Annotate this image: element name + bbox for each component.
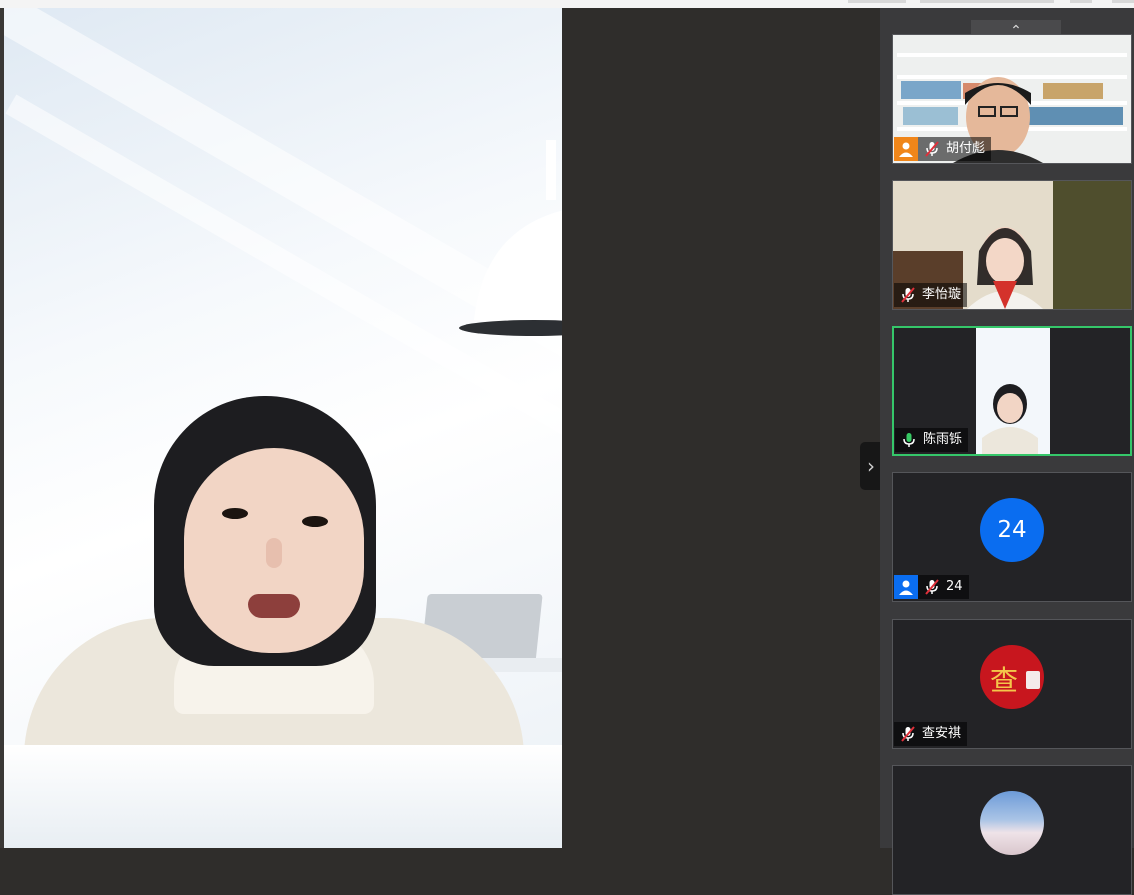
speaker-mouth [248,594,300,618]
participant-avatar: 24 [980,498,1044,562]
mic-muted-icon [894,722,922,746]
participant-name: 24 [946,575,969,599]
participant-tile-active[interactable]: 陈雨铄 [892,326,1132,456]
toolbar-control[interactable] [848,0,906,3]
participant-avatar [980,791,1044,855]
participant-name: 李怡璇 [922,283,968,307]
user-icon [894,137,918,161]
participant-namebar: 胡付彪 [894,137,992,161]
collapse-panel-button[interactable]: › [860,442,882,490]
toolbar-control[interactable] [1070,0,1092,3]
participant-avatar: 查 [980,645,1044,709]
mic-muted-icon [894,283,922,307]
participant-tile[interactable]: 李怡璇 [892,180,1132,310]
toolbar-control[interactable] [1112,0,1134,3]
participant-tile[interactable]: 胡付彪 [892,34,1132,164]
participant-namebar: 查安祺 [894,722,968,746]
participant-namebar: 李怡璇 [894,283,968,307]
user-icon [894,575,918,599]
mic-muted-icon [918,137,946,161]
main-speaker-video[interactable] [4,8,562,848]
speaker-eye [222,508,248,519]
speaker-eye [302,516,328,527]
chevron-right-icon: › [867,454,875,478]
stage-empty-area [562,8,880,848]
mic-icon [895,428,923,452]
participant-namebar: 24 [894,575,969,599]
avatar-glyph: 查 [990,664,1019,697]
participant-name: 查安祺 [922,722,968,746]
participant-tile[interactable]: 查 查安祺 [892,619,1132,749]
avatar-decoration [1026,671,1040,689]
participant-namebar: 陈雨铄 [895,428,969,452]
mic-muted-icon [918,575,946,599]
toolbar-control[interactable] [920,0,1054,3]
participant-tile[interactable]: 24 24 [892,472,1132,602]
speaker-nose [266,538,282,568]
participant-tile[interactable] [892,765,1132,895]
participant-name: 胡付彪 [946,137,992,161]
video-bottom-region [4,745,562,848]
participant-video [976,328,1050,454]
pendant-lamp [459,140,562,336]
window-top-strip [0,0,1134,8]
participant-name: 陈雨铄 [923,428,969,452]
